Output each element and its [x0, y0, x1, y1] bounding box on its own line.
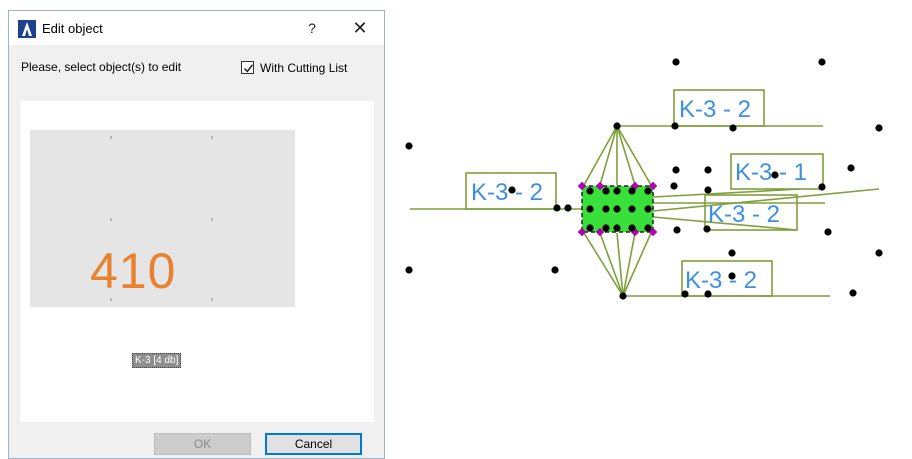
grid-node[interactable] [613, 187, 621, 195]
grid-node[interactable] [728, 272, 736, 280]
grid-node[interactable] [644, 205, 652, 213]
grid-node[interactable] [586, 205, 594, 213]
connector-line[interactable] [599, 125, 618, 186]
preview-marker [211, 218, 213, 221]
grid-node[interactable] [771, 171, 779, 179]
connector-line[interactable] [616, 125, 636, 186]
grid-node[interactable] [670, 182, 678, 190]
grid-node[interactable] [673, 226, 681, 234]
connector-line[interactable] [622, 232, 652, 297]
checkbox-checked-icon[interactable] [241, 61, 254, 74]
grid-node[interactable] [704, 186, 712, 194]
grid-node[interactable] [875, 124, 883, 132]
object-preview: 410 [30, 130, 295, 307]
grid-node[interactable] [405, 142, 413, 150]
grid-node[interactable] [818, 183, 826, 191]
grid-node[interactable] [849, 289, 857, 297]
preview-marker [211, 136, 213, 139]
grid-node[interactable] [613, 205, 621, 213]
ok-button[interactable]: OK [154, 433, 251, 455]
grid-node[interactable] [875, 249, 883, 257]
grid-node[interactable] [553, 204, 561, 212]
grid-node[interactable] [551, 266, 559, 274]
grid-node[interactable] [847, 164, 855, 172]
cancel-button[interactable]: Cancel [265, 433, 362, 455]
grid-node[interactable] [672, 58, 680, 66]
title-bar: Edit object ? ✕ [9, 11, 384, 45]
grid-node[interactable] [602, 224, 610, 232]
grid-node[interactable] [824, 228, 832, 236]
grid-node[interactable] [704, 290, 712, 298]
tag-label[interactable]: K-3 - 2 [471, 179, 543, 206]
preview-marker [211, 298, 213, 301]
preview-panel: 410 K-3 [4 db] [20, 101, 374, 422]
grid-node[interactable] [681, 290, 689, 298]
grid-node[interactable] [628, 224, 636, 232]
tag-label[interactable]: K-3 - 1 [735, 159, 807, 186]
help-button[interactable]: ? [301, 17, 323, 39]
select-prompt: Please, select object(s) to edit [21, 60, 182, 74]
preview-number: 410 [90, 243, 177, 299]
preview-marker [110, 136, 112, 139]
grid-node[interactable] [729, 124, 737, 132]
cad-drawing[interactable]: K-3 - 2 K-3 - 2 K-3 - 1 K-3 - 2 K-3 - 2 [385, 0, 912, 459]
grid-node[interactable] [644, 187, 652, 195]
grid-node[interactable] [644, 224, 652, 232]
grid-node[interactable] [586, 187, 594, 195]
grid-node[interactable] [586, 224, 594, 232]
grid-node[interactable] [628, 205, 636, 213]
grid-node[interactable] [728, 249, 736, 257]
reference-line[interactable] [652, 188, 801, 198]
tag-label[interactable]: K-3 - 2 [708, 201, 780, 228]
cutting-list-label: With Cutting List [260, 61, 348, 75]
selection-label[interactable]: K-3 [4 db] [132, 353, 182, 368]
grid-node[interactable] [602, 205, 610, 213]
grid-node[interactable] [672, 166, 680, 174]
tag-label[interactable]: K-3 - 2 [685, 267, 757, 294]
connector-line[interactable] [622, 232, 636, 297]
grid-node[interactable] [703, 225, 711, 233]
grid-node[interactable] [704, 166, 712, 174]
grid-node[interactable] [602, 187, 610, 195]
grid-node[interactable] [564, 204, 572, 212]
grid-node[interactable] [508, 186, 516, 194]
close-button[interactable]: ✕ [349, 17, 371, 39]
grid-node[interactable] [405, 266, 413, 274]
dialog-title: Edit object [42, 21, 103, 36]
grid-node[interactable] [619, 292, 627, 300]
app-logo-icon [18, 20, 36, 38]
grid-node[interactable] [628, 187, 636, 195]
tag-label[interactable]: K-3 - 2 [679, 96, 751, 123]
grid-node[interactable] [818, 58, 826, 66]
grid-node[interactable] [613, 224, 621, 232]
grid-node[interactable] [671, 122, 679, 130]
grid-node[interactable] [613, 122, 621, 130]
connector-line[interactable] [616, 125, 652, 186]
drawing-canvas[interactable]: K-3 - 2 K-3 - 2 K-3 - 1 K-3 - 2 K-3 - 2 [385, 0, 912, 459]
connector-line[interactable] [583, 125, 618, 186]
preview-marker [110, 218, 112, 221]
edit-object-dialog: Edit object ? ✕ Please, select object(s)… [8, 10, 385, 459]
